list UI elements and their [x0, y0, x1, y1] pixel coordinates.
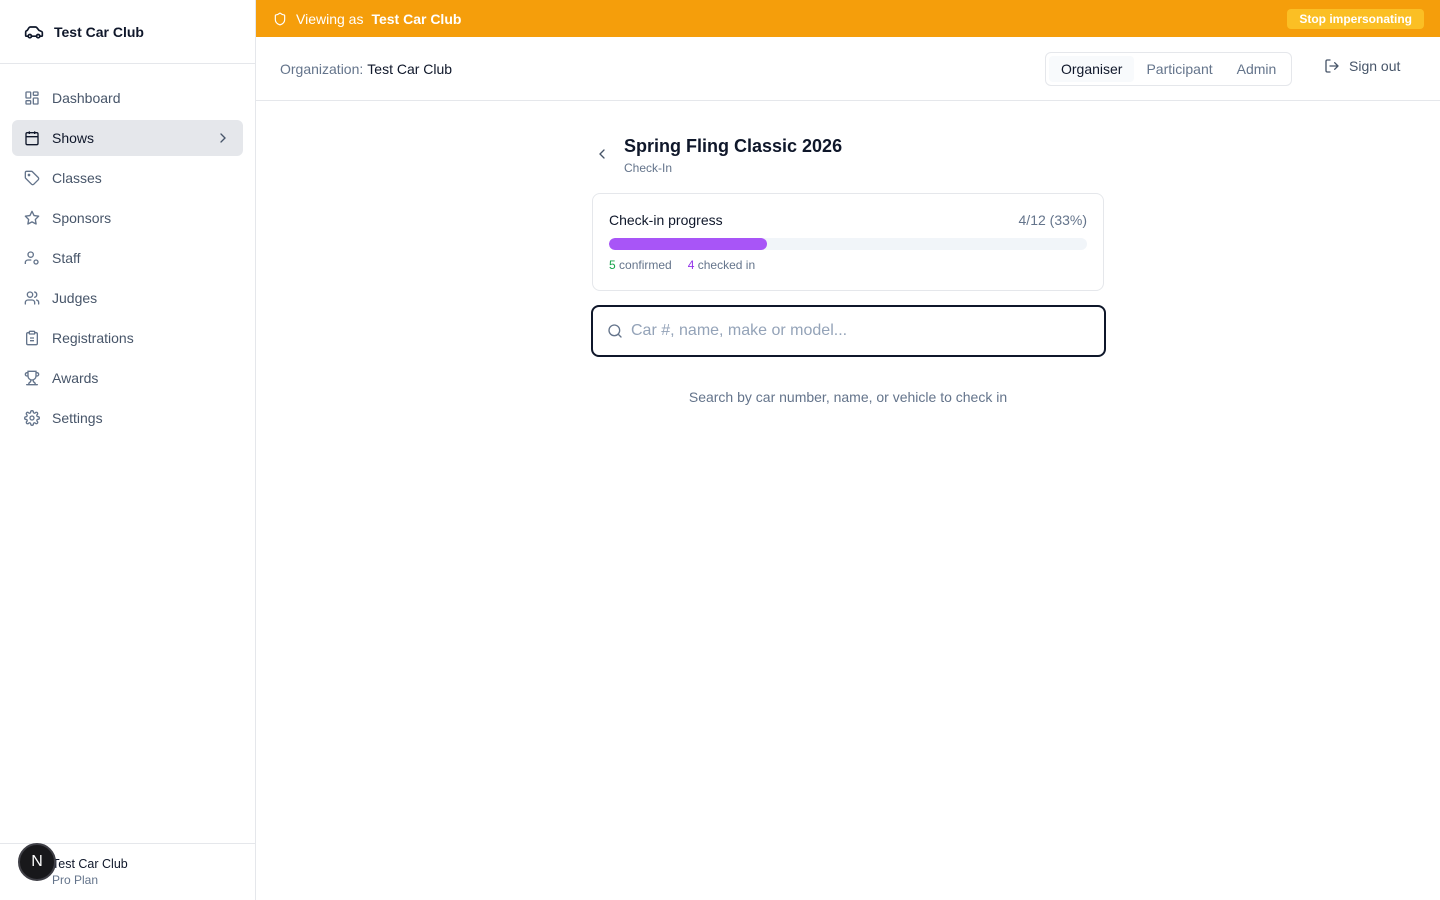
users-icon — [24, 291, 40, 305]
checked-in-stat: 4 checked in — [688, 258, 755, 272]
checkin-progress-card: Check-in progress 4/12 (33%) 5 confirmed… — [592, 193, 1104, 291]
sidebar-item-label: Judges — [52, 290, 98, 306]
confirmed-count: 5 — [609, 258, 616, 272]
progress-title: Check-in progress — [609, 212, 723, 228]
page-subtitle: Check-In — [624, 161, 673, 175]
sidebar-item-label: Sponsors — [52, 210, 112, 226]
checkin-search — [591, 305, 1106, 357]
user-cog-icon — [24, 251, 39, 265]
star-icon — [24, 210, 40, 225]
sign-out-label: Sign out — [1349, 58, 1401, 74]
role-admin-button[interactable]: Admin — [1225, 56, 1289, 82]
page-title: Spring Fling Classic 2026 — [624, 136, 843, 156]
progress-fill — [609, 238, 767, 250]
sidebar-item-label: Staff — [52, 250, 81, 266]
page-header: Spring Fling Classic 2026 Check-In — [592, 134, 1104, 178]
sidebar: Test Car Club Dashboard Shows Classes Sp… — [0, 0, 256, 900]
search-hint: Search by car number, name, or vehicle t… — [688, 389, 1008, 405]
progress-count: 4/12 (33%) — [1018, 212, 1087, 228]
avatar[interactable]: N — [18, 843, 56, 881]
tag-icon — [24, 170, 40, 186]
brand-name: Test Car Club — [54, 23, 144, 40]
top-header: Organization: Test Car Club Organiser Pa… — [256, 37, 1440, 101]
gear-icon — [24, 410, 40, 426]
sidebar-item-classes[interactable]: Classes — [12, 160, 243, 196]
sidebar-item-dashboard[interactable]: Dashboard — [12, 80, 243, 116]
sidebar-nav: Dashboard Shows Classes Sponsors Staff J… — [0, 64, 255, 456]
role-organiser-button[interactable]: Organiser — [1049, 56, 1135, 82]
clipboard-icon — [26, 330, 38, 346]
car-icon — [24, 25, 44, 39]
sidebar-item-sponsors[interactable]: Sponsors — [12, 200, 243, 236]
impersonation-banner: Viewing as Test Car Club Stop impersonat… — [256, 0, 1440, 37]
sidebar-item-staff[interactable]: Staff — [12, 240, 243, 276]
log-out-icon — [1325, 59, 1339, 73]
sidebar-item-awards[interactable]: Awards — [12, 360, 243, 396]
stop-impersonating-button[interactable]: Stop impersonating — [1287, 9, 1424, 29]
progress-stats: 5 confirmed 4 checked in — [609, 258, 755, 272]
sidebar-item-label: Classes — [52, 170, 102, 186]
account-info: Test Car Club Pro Plan — [52, 856, 128, 888]
checked-in-count: 4 — [687, 258, 695, 272]
confirmed-stat: 5 confirmed — [609, 258, 672, 272]
sidebar-item-label: Awards — [52, 370, 99, 386]
search-icon — [608, 324, 622, 338]
trophy-icon — [24, 370, 40, 386]
chevron-left-icon — [599, 149, 605, 159]
calendar-icon — [25, 131, 39, 146]
sidebar-item-label: Dashboard — [52, 90, 121, 106]
account-plan: Pro Plan — [52, 873, 99, 887]
sign-out-button[interactable]: Sign out — [1324, 58, 1400, 74]
org-label: Organization: — [280, 60, 364, 77]
sidebar-item-settings[interactable]: Settings — [12, 400, 243, 436]
dashboard-icon — [25, 91, 39, 105]
role-participant-button[interactable]: Participant — [1134, 56, 1224, 82]
role-switcher: Organiser Participant Admin — [1045, 52, 1293, 86]
account-name: Test Car Club — [52, 857, 128, 871]
confirmed-label: confirmed — [619, 258, 672, 272]
search-input[interactable] — [631, 322, 1091, 340]
sidebar-item-label: Registrations — [52, 330, 134, 346]
back-button[interactable] — [592, 144, 612, 164]
progress-track — [609, 238, 1087, 250]
banner-viewing-org: Test Car Club — [371, 10, 462, 27]
org-name: Test Car Club — [367, 60, 453, 77]
chevron-right-icon — [220, 133, 226, 143]
brand[interactable]: Test Car Club — [0, 0, 255, 64]
sidebar-item-label: Shows — [52, 130, 95, 146]
checked-in-label: checked in — [697, 258, 756, 272]
banner-viewing-label: Viewing as — [296, 10, 364, 27]
shield-icon — [274, 12, 286, 25]
sidebar-item-registrations[interactable]: Registrations — [12, 320, 243, 356]
sidebar-item-shows[interactable]: Shows — [12, 120, 243, 156]
sidebar-item-judges[interactable]: Judges — [12, 280, 243, 316]
sidebar-item-label: Settings — [52, 410, 103, 426]
